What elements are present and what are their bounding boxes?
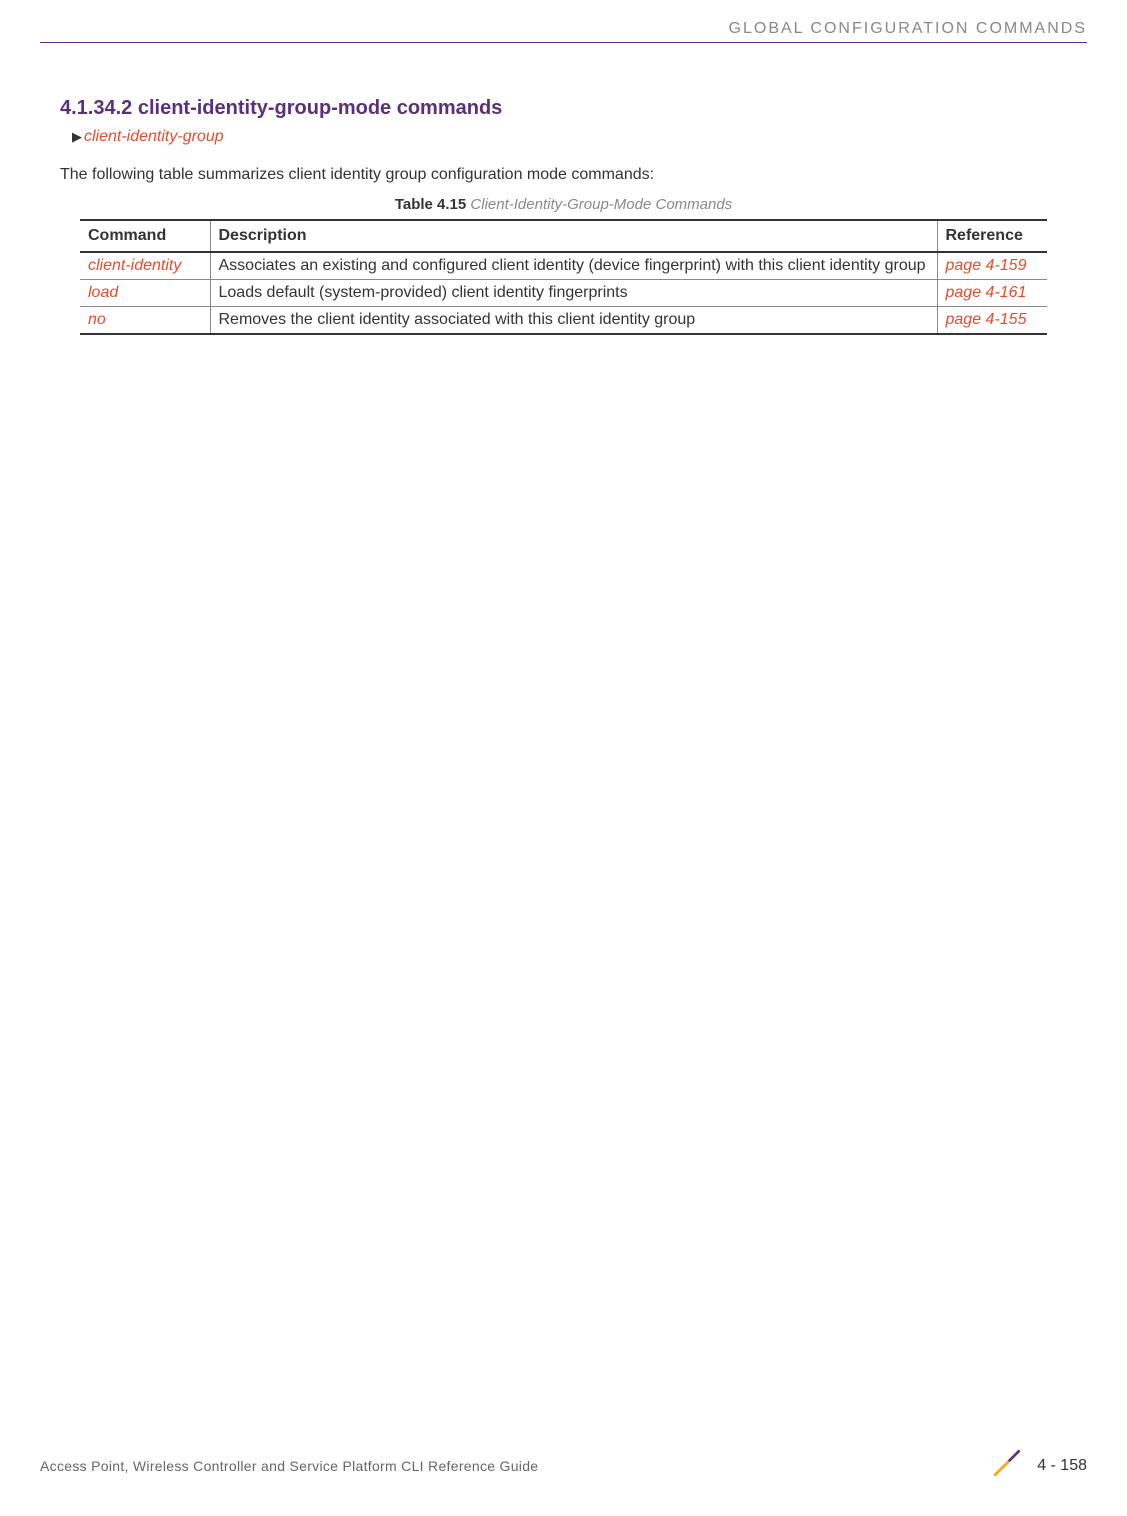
- col-header-command: Command: [80, 220, 210, 252]
- command-link[interactable]: client-identity: [80, 252, 210, 280]
- table-row: load Loads default (system-provided) cli…: [80, 280, 1047, 307]
- footer-guide-title: Access Point, Wireless Controller and Se…: [40, 1458, 538, 1474]
- table-caption-title: Client-Identity-Group-Mode Commands: [466, 196, 732, 213]
- col-header-description: Description: [210, 220, 937, 252]
- header-rule: [40, 42, 1087, 43]
- reference-link[interactable]: page 4-159: [937, 252, 1047, 280]
- breadcrumb-link[interactable]: client-identity-group: [84, 128, 224, 145]
- reference-link[interactable]: page 4-161: [937, 280, 1047, 307]
- running-header: GLOBAL CONFIGURATION COMMANDS: [0, 0, 1127, 42]
- arrow-right-icon: ▶: [72, 129, 82, 144]
- col-header-reference: Reference: [937, 220, 1047, 252]
- table-caption-label: Table 4.15: [395, 196, 466, 213]
- table-row: client-identity Associates an existing a…: [80, 252, 1047, 280]
- commands-table: Command Description Reference client-ide…: [80, 219, 1047, 335]
- page-number: 4 - 158: [1037, 1457, 1087, 1475]
- command-description: Removes the client identity associated w…: [210, 307, 937, 335]
- reference-link[interactable]: page 4-155: [937, 307, 1047, 335]
- breadcrumb[interactable]: ▶client-identity-group: [72, 128, 1067, 146]
- command-description: Loads default (system-provided) client i…: [210, 280, 937, 307]
- command-link[interactable]: load: [80, 280, 210, 307]
- command-link[interactable]: no: [80, 307, 210, 335]
- table-header-row: Command Description Reference: [80, 220, 1047, 252]
- content-area: 4.1.34.2 client-identity-group-mode comm…: [0, 47, 1127, 335]
- page-footer: Access Point, Wireless Controller and Se…: [0, 1445, 1127, 1486]
- table-row: no Removes the client identity associate…: [80, 307, 1047, 335]
- intro-paragraph: The following table summarizes client id…: [60, 166, 1067, 184]
- brand-logo-icon: [989, 1445, 1025, 1486]
- table-caption: Table 4.15 Client-Identity-Group-Mode Co…: [60, 196, 1067, 213]
- command-description: Associates an existing and configured cl…: [210, 252, 937, 280]
- section-heading: 4.1.34.2 client-identity-group-mode comm…: [60, 97, 1067, 120]
